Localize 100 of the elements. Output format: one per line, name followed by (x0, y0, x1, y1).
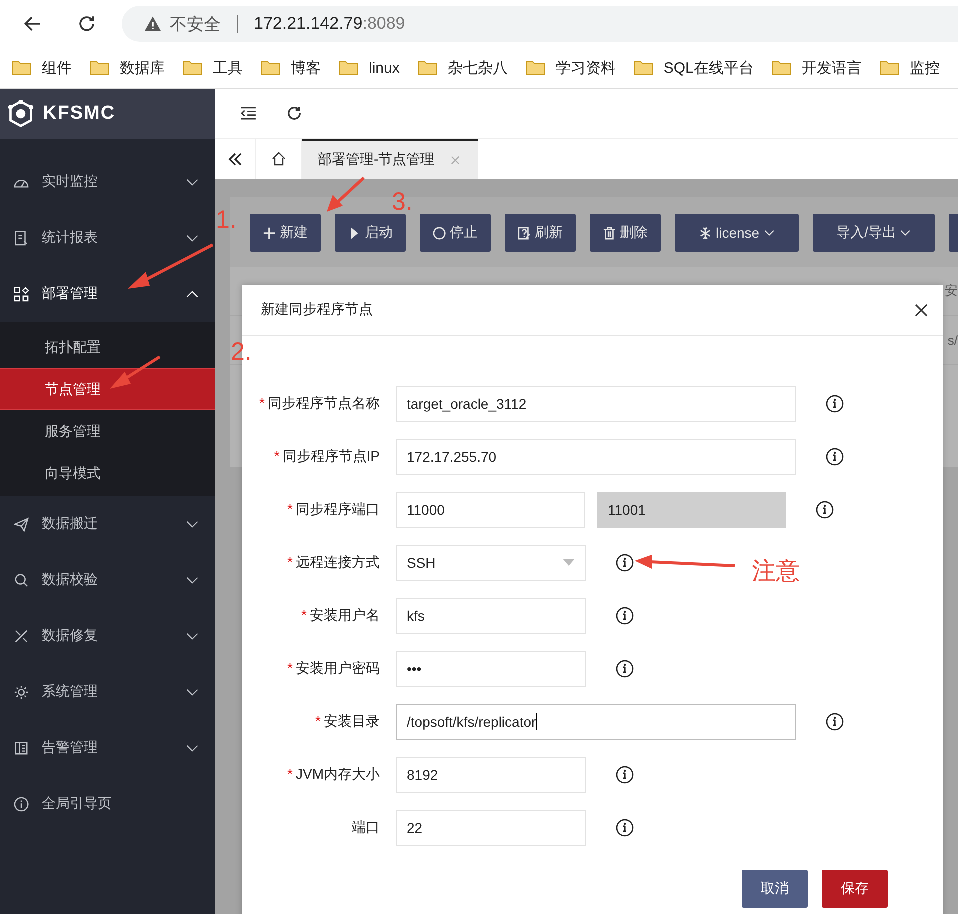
toolbar-button[interactable]: 新建 (250, 214, 321, 252)
grid-icon (14, 286, 29, 302)
bookmark-folder[interactable]: 数据库 (90, 58, 165, 78)
info-icon[interactable] (826, 448, 844, 466)
annotation-arrow (110, 356, 161, 389)
bookmark-folder[interactable]: SQL在线平台 (634, 58, 754, 78)
table-cell: s/ (948, 332, 958, 348)
menu-item[interactable]: 实时监控 (0, 154, 215, 210)
menu-item[interactable]: 系统管理 (0, 664, 215, 720)
bookmark-folder[interactable]: 组件 (12, 58, 72, 78)
folder-icon (634, 60, 654, 76)
menu-item[interactable]: 数据修复 (0, 608, 215, 664)
submenu-item[interactable]: 节点管理 (0, 368, 215, 410)
snowflake-icon (699, 226, 712, 240)
submenu-item[interactable]: 向导模式 (0, 452, 215, 494)
password-field[interactable]: ••• (396, 650, 586, 686)
bookmark-folder[interactable]: linux (339, 60, 400, 76)
dropdown-arrow-icon (563, 559, 575, 566)
menu-item[interactable]: 数据搬迁 (0, 496, 215, 552)
info-icon[interactable] (826, 712, 844, 730)
folder-icon (261, 60, 281, 76)
close-icon[interactable] (915, 304, 928, 316)
input-field[interactable]: 172.17.255.70 (396, 438, 796, 474)
app-logo-text: KFSMC (43, 103, 116, 125)
menu-collapse-icon[interactable] (240, 107, 257, 120)
annotation-label: 1. (216, 208, 237, 233)
field-label: * 同步程序端口 (286, 500, 380, 518)
refresh-icon[interactable] (287, 106, 302, 121)
field-label: * 安装用户密码 (286, 660, 380, 678)
trash-icon (603, 226, 616, 240)
info-icon[interactable] (816, 500, 834, 518)
bookmark-folder[interactable]: 工具 (183, 58, 243, 78)
info-icon[interactable] (616, 818, 634, 836)
bookmark-folder[interactable]: 博客 (261, 58, 321, 78)
menu-item[interactable]: 部署管理 (0, 266, 215, 322)
toolbar-button[interactable]: license (675, 214, 799, 252)
field-label: * 同步程序节点IP (273, 448, 380, 466)
plus-icon (263, 226, 276, 240)
bookmark-folder[interactable]: 杂七杂八 (418, 58, 508, 78)
field-label: * 安装用户名 (300, 606, 380, 624)
menu-item[interactable]: 统计报表 (0, 210, 215, 266)
save-button[interactable]: 保存 (822, 870, 888, 908)
info-icon[interactable] (616, 660, 634, 678)
annotation-label: 注意 (752, 560, 800, 584)
folder-icon (880, 60, 900, 76)
circle-icon (433, 226, 446, 240)
input-field[interactable]: 11000 (396, 492, 585, 528)
select-field[interactable]: SSH (396, 544, 586, 580)
page-tab[interactable]: 部署管理-节点管理 (302, 139, 478, 179)
field-label: * 远程连接方式 (286, 554, 380, 572)
menu-item[interactable]: 数据校验 (0, 552, 215, 608)
folder-icon (183, 60, 203, 76)
report-icon (14, 230, 29, 246)
info-icon[interactable] (826, 394, 844, 412)
dialog-title: 新建同步程序节点 (261, 301, 373, 319)
bookmark-folder[interactable]: 开发语言 (772, 58, 862, 78)
menu-item[interactable]: 全局引导页 (0, 776, 215, 832)
search-icon (14, 572, 29, 588)
logo-icon (7, 100, 35, 128)
tab-label: 部署管理-节点管理 (318, 151, 435, 169)
info-icon[interactable] (616, 554, 634, 572)
input-field[interactable]: target_oracle_3112 (396, 386, 796, 422)
input-field[interactable]: 11001 (597, 492, 786, 528)
url-text: 172.21.142.79:8089 (254, 14, 406, 34)
caret-icon (900, 230, 912, 236)
toolbar-button[interactable]: 删除 (590, 214, 661, 252)
folder-icon (12, 60, 32, 76)
folder-icon (339, 60, 359, 76)
input-field[interactable]: 8192 (396, 756, 586, 792)
input-field[interactable]: 22 (396, 810, 586, 846)
folder-icon (526, 60, 546, 76)
field-label: 端口 (351, 818, 380, 836)
cancel-button[interactable]: 取消 (742, 870, 808, 908)
bookmark-folder[interactable]: 学习资料 (526, 58, 616, 78)
submenu-item[interactable]: 拓扑配置 (0, 326, 215, 368)
input-field[interactable]: /topsoft/kfs/replicator (396, 704, 796, 740)
toolbar-button[interactable]: 导入/导出 (812, 214, 936, 252)
input-field[interactable]: kfs (396, 598, 586, 634)
submenu-item[interactable]: 服务管理 (0, 410, 215, 452)
toolbar-button[interactable]: 停止 (420, 214, 491, 252)
field-label: * JVM内存大小 (286, 766, 380, 784)
menu-item[interactable]: 告警管理 (0, 720, 215, 776)
warning-icon[interactable] (144, 15, 162, 33)
column-header: 安 (945, 282, 958, 300)
security-warning[interactable]: 不安全 (170, 12, 221, 36)
folder-icon (772, 60, 792, 76)
home-icon (270, 151, 286, 167)
annotation-label: 3. (392, 190, 413, 215)
field-label: * 安装目录 (314, 712, 380, 730)
refresh-icon (518, 226, 531, 240)
annotation-arrow (327, 176, 366, 212)
info-icon[interactable] (616, 766, 634, 784)
toolbar-button[interactable]: 启动 (335, 214, 406, 252)
folder-icon (418, 60, 438, 76)
toolbar-button[interactable]: 刷新 (505, 214, 576, 252)
folder-icon (90, 60, 110, 76)
bookmark-folder[interactable]: 监控 (880, 58, 940, 78)
address-bar[interactable]: 不安全 172.21.142.79:8089 (122, 6, 958, 42)
info-icon[interactable] (616, 606, 634, 624)
play-icon (348, 226, 361, 240)
